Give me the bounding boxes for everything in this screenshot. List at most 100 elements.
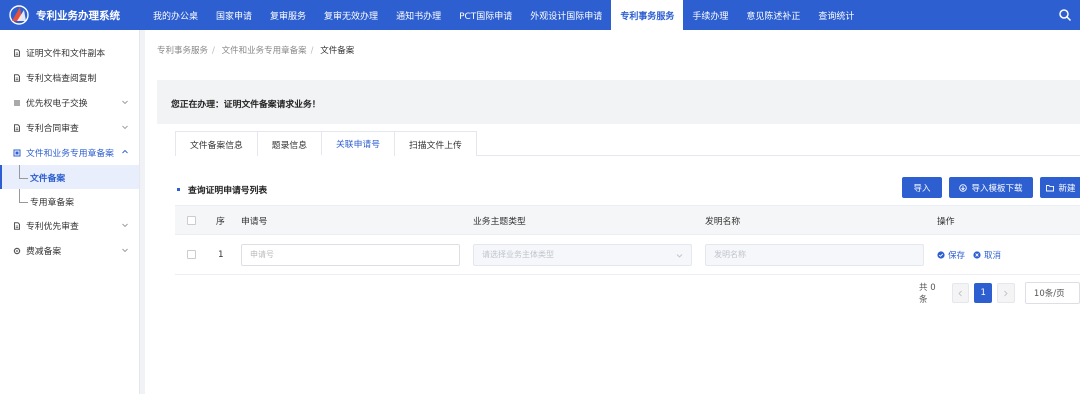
sidebar-item-label: 专利优先审查 xyxy=(26,222,79,232)
save-link[interactable]: 保存 xyxy=(937,249,965,261)
chevron-down-icon xyxy=(122,125,128,130)
topnav-item[interactable]: 外观设计国际申请 xyxy=(521,0,611,30)
doc-icon xyxy=(14,221,20,230)
table-header: 序 申请号 业务主题类型 发明名称 操作 xyxy=(175,206,1080,235)
doc-icon xyxy=(14,48,20,57)
sidebar-subitem-label: 专用章备案 xyxy=(30,197,74,208)
prev-page-button[interactable] xyxy=(951,283,970,303)
breadcrumb: 专利事务服务 / 文件和业务专用章备案 / 文件备案 xyxy=(157,46,355,56)
col-type: 业务主题类型 xyxy=(473,216,526,227)
download-icon xyxy=(959,183,968,192)
sidebar-item-label: 费减备案 xyxy=(26,247,62,257)
topnav-item[interactable]: 复审服务 xyxy=(261,0,315,30)
sidebar-item-label: 专利文档查阅复制 xyxy=(26,74,97,84)
sidebar-item[interactable]: 证明文件和文件副本 xyxy=(0,40,139,65)
tree-line xyxy=(19,189,28,203)
doc-icon xyxy=(14,123,20,132)
sidebar-item[interactable]: 专利优先审查 xyxy=(0,213,139,238)
col-app-no: 申请号 xyxy=(241,216,268,227)
app-no-input[interactable]: 申请号 xyxy=(241,243,460,266)
sidebar-item-label: 专利合同审查 xyxy=(26,124,79,134)
sidebar-item[interactable]: 费减备案 xyxy=(0,238,139,263)
row-checkbox[interactable] xyxy=(187,250,196,259)
tab-bar: 文件备案信息 题录信息 关联申请号 扫描文件上传 xyxy=(175,131,1080,156)
chevron-right-icon xyxy=(1004,290,1009,296)
sidebar-item[interactable]: 专利合同审查 xyxy=(0,115,139,140)
template-download-button[interactable]: 导入模板下载 xyxy=(949,177,1033,198)
top-nav: 我的办公桌 国家申请 复审服务 复审无效办理 通知书办理 PCT国际申请 外观设计国际申请专… xyxy=(144,0,863,30)
table-row: 1 申请号 请选择业务主体类型 发明名称 保存 取消 xyxy=(175,235,1080,275)
chevron-left-icon xyxy=(958,290,962,296)
new-button[interactable]: 新建 xyxy=(1040,177,1080,198)
chevron-down-icon xyxy=(676,253,683,258)
sidebar-item-label: 优先权电子交换 xyxy=(26,99,88,109)
total-count: 共 0 条 xyxy=(919,283,936,305)
breadcrumb-current: 文件备案 xyxy=(320,46,355,56)
app-no-table: 序 申请号 业务主题类型 发明名称 操作 1 申请号 请选择业务主体类型 发明名… xyxy=(175,205,1080,275)
import-button[interactable]: 导入 xyxy=(902,177,942,198)
tab-bibliographic[interactable]: 题录信息 xyxy=(256,131,322,156)
col-index: 序 xyxy=(216,216,225,227)
tab-linked-app-no[interactable]: 关联申请号 xyxy=(321,131,395,156)
cancel-link-label: 取消 xyxy=(984,250,1002,261)
list-icon xyxy=(14,100,20,105)
topnav-item[interactable]: PCT国际申请 xyxy=(450,0,521,30)
sidebar-item[interactable]: 文件和业务专用章备案 xyxy=(0,140,139,165)
sidebar-subitem[interactable]: 文件备案 xyxy=(0,165,139,189)
sidebar-item[interactable]: 优先权电子交换 xyxy=(0,90,139,115)
tree-line xyxy=(19,165,28,179)
col-ops: 操作 xyxy=(937,216,955,227)
close-circle-icon xyxy=(973,250,981,259)
doc-icon xyxy=(14,73,20,82)
search-icon[interactable] xyxy=(1058,8,1072,22)
gear-icon xyxy=(13,247,21,254)
topnav-item[interactable]: 查询统计 xyxy=(809,0,863,30)
chevron-up-icon xyxy=(122,149,128,154)
type-select-placeholder: 请选择业务主体类型 xyxy=(482,250,554,259)
top-navbar: 专利业务办理系统 我的办公桌 国家申请 复审服务 复审无效办理 通知书办理 PCT国际申请… xyxy=(0,0,1080,30)
pagination: 共 0 条 1 10条/页 xyxy=(919,281,1080,305)
section-title: 查询证明申请号列表 xyxy=(177,183,267,196)
sidebar-item[interactable]: 专利文档查阅复制 xyxy=(0,65,139,90)
logo-icon xyxy=(9,5,29,25)
page-number[interactable]: 1 xyxy=(974,283,993,303)
sidebar: 证明文件和文件副本 专利文档查阅复制 优先权电子交换 专利合同审查文件和业务专用章备案… xyxy=(0,30,140,394)
sidebar-subitem[interactable]: 专用章备案 xyxy=(0,189,139,213)
topnav-item[interactable]: 复审无效办理 xyxy=(315,0,387,30)
breadcrumb-item[interactable]: 文件和业务专用章备案 xyxy=(222,46,307,56)
topnav-item[interactable]: 通知书办理 xyxy=(387,0,450,30)
seal-icon xyxy=(13,149,21,156)
topnav-item[interactable]: 意见陈述补正 xyxy=(737,0,809,30)
invention-name-input[interactable]: 发明名称 xyxy=(705,243,924,266)
topnav-item[interactable]: 我的办公桌 xyxy=(144,0,207,30)
chevron-down-icon xyxy=(122,223,128,228)
app-title: 专利业务办理系统 xyxy=(36,9,120,22)
main-content: 专利事务服务 / 文件和业务专用章备案 / 文件备案 您正在办理：证明文件备案请求业… xyxy=(145,30,1080,394)
topnav-item[interactable]: 国家申请 xyxy=(207,0,261,30)
tab-scan-upload[interactable]: 扫描文件上传 xyxy=(394,131,477,156)
folder-plus-icon xyxy=(1046,184,1055,191)
check-circle-icon xyxy=(937,250,945,259)
bullet-icon xyxy=(177,188,180,191)
chevron-down-icon xyxy=(122,100,128,105)
col-invention-name: 发明名称 xyxy=(705,216,741,227)
type-select[interactable]: 请选择业务主体类型 xyxy=(473,243,692,266)
tab-file-info[interactable]: 文件备案信息 xyxy=(175,131,258,156)
sidebar-subitem-label: 文件备案 xyxy=(30,173,66,184)
page-size-select[interactable]: 10条/页 xyxy=(1024,282,1080,304)
select-all-checkbox[interactable] xyxy=(187,215,196,225)
topnav-item[interactable]: 专利事务服务 xyxy=(611,0,684,30)
brand[interactable]: 专利业务办理系统 xyxy=(0,0,144,30)
breadcrumb-item[interactable]: 专利事务服务 xyxy=(157,46,208,56)
cancel-link[interactable]: 取消 xyxy=(973,249,1001,261)
notice-banner: 您正在办理：证明文件备案请求业务！ xyxy=(157,80,1080,124)
sidebar-item-label: 证明文件和文件副本 xyxy=(26,49,106,59)
topnav-item[interactable]: 手续办理 xyxy=(683,0,737,30)
save-link-label: 保存 xyxy=(948,250,966,261)
row-index: 1 xyxy=(218,249,224,260)
new-button-label: 新建 xyxy=(1058,183,1076,194)
sidebar-item-label: 文件和业务专用章备案 xyxy=(26,149,114,159)
import-button-label: 导入 xyxy=(913,183,931,194)
next-page-button[interactable] xyxy=(997,283,1015,303)
chevron-down-icon xyxy=(122,248,128,253)
